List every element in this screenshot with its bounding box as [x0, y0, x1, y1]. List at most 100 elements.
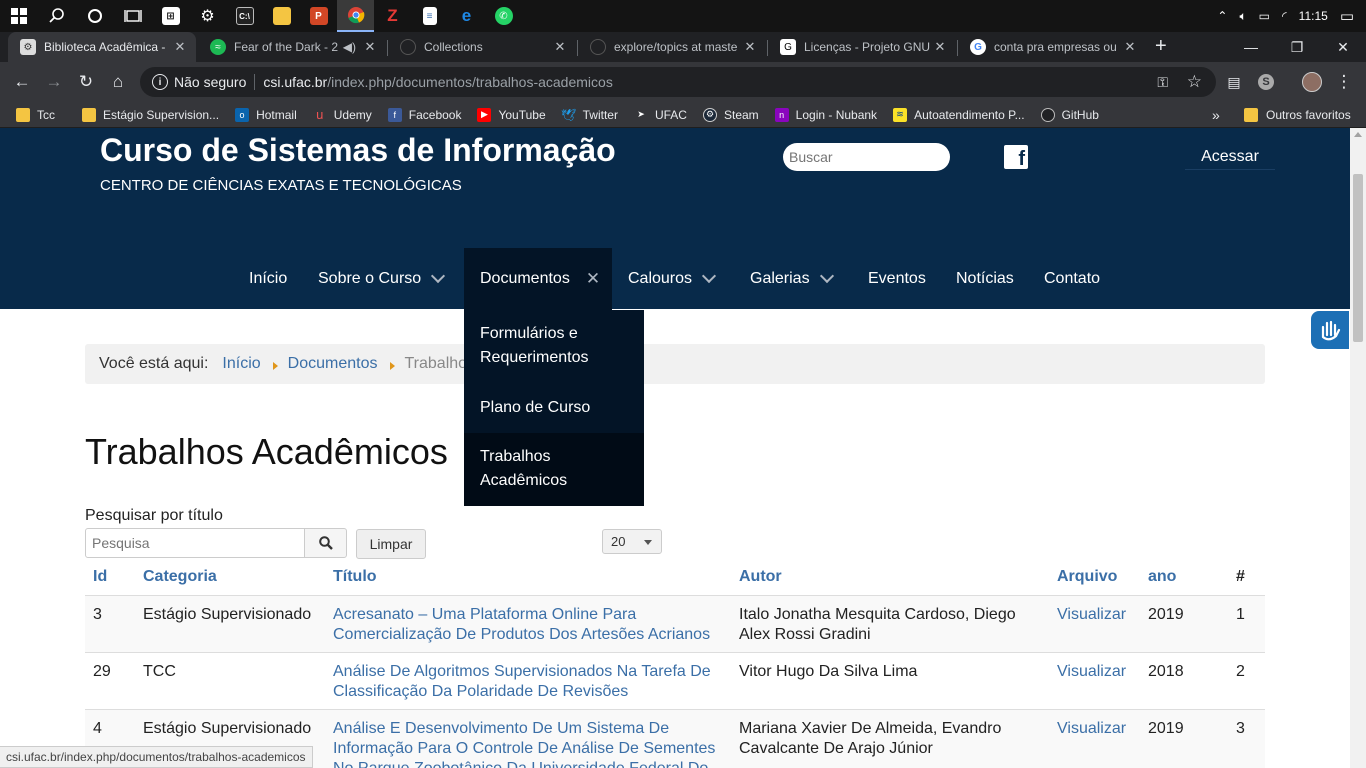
clear-button[interactable]: Limpar [356, 529, 426, 559]
bookmark-hotmail[interactable]: o Hotmail [235, 107, 297, 122]
windows-start-icon[interactable] [0, 0, 38, 32]
minimize-button[interactable]: — [1228, 32, 1274, 62]
dropdown-item-formularios[interactable]: Formulários e Requerimentos [464, 322, 604, 370]
bookmark-udemy[interactable]: u Udemy [313, 107, 372, 122]
login-link[interactable]: Acessar [1185, 144, 1275, 170]
chrome-icon[interactable] [337, 0, 374, 32]
close-icon[interactable]: ✕ [586, 269, 600, 289]
page-scrollbar[interactable] [1350, 128, 1366, 768]
menu-kebab-icon[interactable]: ⋮ [1332, 70, 1356, 94]
close-tab-icon[interactable]: ✕ [550, 39, 570, 55]
column-header-titulo[interactable]: Título [333, 568, 377, 586]
bookmark-github[interactable]: GitHub [1040, 107, 1099, 122]
close-tab-icon[interactable]: ✕ [170, 39, 190, 55]
cell-title-link[interactable]: Análise De Algoritmos Supervisionados Na… [333, 662, 711, 702]
scroll-thumb[interactable] [1353, 174, 1363, 342]
home-icon[interactable]: ⌂ [106, 70, 130, 94]
site-search-input[interactable] [783, 143, 950, 171]
terminal-icon[interactable]: C:\ [226, 0, 263, 32]
view-file-link[interactable]: Visualizar [1057, 719, 1126, 739]
skype-extension-icon[interactable]: S [1254, 70, 1278, 94]
breadcrumb-documentos[interactable]: Documentos [288, 355, 378, 373]
column-header-autor[interactable]: Autor [739, 568, 782, 586]
filezilla-icon[interactable]: Z [374, 0, 411, 32]
store-icon[interactable]: ⊞ [152, 0, 189, 32]
key-icon[interactable]: ⚿ [1157, 74, 1168, 91]
tab-biblioteca[interactable]: ⚙ Biblioteca Acadêmica - ✕ [8, 32, 196, 62]
nav-contato[interactable]: Contato [1044, 248, 1100, 310]
edge-icon[interactable]: e [448, 0, 485, 32]
site-title[interactable]: Curso de Sistemas de Informação [100, 132, 616, 169]
dropdown-item-trabalhos-academicos[interactable]: Trabalhos Acadêmicos [464, 433, 644, 506]
close-tab-icon[interactable]: ✕ [1120, 39, 1140, 55]
info-icon[interactable]: i [152, 74, 168, 90]
notification-icon[interactable]: ▭ [1340, 7, 1354, 25]
column-header-ano[interactable]: ano [1148, 568, 1176, 586]
nav-inicio[interactable]: Início [249, 248, 287, 310]
audio-playing-icon[interactable]: ◀︎) [343, 40, 356, 54]
chevron-down-icon[interactable] [431, 268, 446, 284]
breadcrumb-inicio[interactable]: Início [222, 355, 260, 373]
star-icon[interactable]: ☆ [1187, 72, 1202, 92]
bookmark-steam[interactable]: ⚙ Steam [702, 107, 759, 122]
tab-licencas-gnu[interactable]: G Licenças - Projeto GNU ✕ [768, 32, 956, 62]
back-arrow-icon[interactable]: ← [10, 70, 34, 94]
scroll-up-icon[interactable] [1354, 132, 1362, 137]
wifi-icon[interactable]: ◜ [1282, 9, 1287, 23]
new-tab-button[interactable]: + [1155, 35, 1167, 58]
facebook-icon[interactable]: f [1004, 145, 1028, 169]
nav-eventos[interactable]: Eventos [868, 248, 926, 310]
tab-explore-topics[interactable]: explore/topics at maste ✕ [578, 32, 766, 62]
bookmark-twitter[interactable]: 🕊︎ Twitter [561, 108, 618, 122]
chevron-down-icon[interactable] [819, 268, 834, 284]
search-button[interactable] [304, 528, 347, 558]
bookmark-facebook[interactable]: f Facebook [387, 107, 461, 122]
maximize-button[interactable]: ❐ [1274, 32, 1320, 62]
chevron-up-icon[interactable]: ⌃ [1217, 9, 1227, 23]
column-header-arquivo[interactable]: Arquivo [1057, 568, 1117, 586]
bookmarks-overflow-icon[interactable]: » [1212, 107, 1220, 123]
close-tab-icon[interactable]: ✕ [360, 39, 380, 55]
speaker-icon[interactable]: 🔈︎ [1239, 9, 1246, 24]
close-window-button[interactable]: ✕ [1320, 32, 1366, 62]
task-view-icon[interactable] [114, 0, 152, 32]
bookmark-tcc[interactable]: Tcc [16, 107, 55, 122]
nav-documentos[interactable]: Documentos ✕ [464, 248, 612, 310]
page-limit-select[interactable]: 20 [602, 529, 662, 554]
dropdown-item-plano-de-curso[interactable]: Plano de Curso [464, 396, 644, 420]
address-bar[interactable]: i Não seguro csi.ufac.br/index.php/docum… [140, 67, 1216, 97]
cortana-icon[interactable] [76, 0, 114, 32]
view-file-link[interactable]: Visualizar [1057, 662, 1126, 682]
search-icon[interactable] [38, 0, 76, 32]
tab-collections[interactable]: Collections ✕ [388, 32, 576, 62]
close-tab-icon[interactable]: ✕ [740, 39, 760, 55]
forward-arrow-icon[interactable]: → [42, 70, 66, 94]
view-file-link[interactable]: Visualizar [1057, 605, 1126, 625]
title-search-input[interactable] [85, 528, 305, 558]
column-header-id[interactable]: Id [93, 568, 107, 586]
nav-sobre-o-curso[interactable]: Sobre o Curso [318, 248, 446, 310]
bookmark-estagio[interactable]: Estágio Supervision... [82, 107, 219, 122]
whatsapp-icon[interactable]: ✆ [485, 0, 522, 32]
nav-calouros[interactable]: Calouros [628, 248, 717, 310]
accessibility-sign-language-icon[interactable] [1311, 311, 1349, 349]
security-label[interactable]: Não seguro [174, 74, 246, 90]
profile-avatar[interactable] [1300, 70, 1324, 94]
close-tab-icon[interactable]: ✕ [930, 39, 950, 55]
bookmark-outros-favoritos[interactable]: Outros favoritos [1244, 108, 1351, 122]
file-explorer-icon[interactable] [263, 0, 300, 32]
cell-title-link[interactable]: Acresanato – Uma Plataforma Online Para … [333, 605, 710, 645]
notepad-icon[interactable]: ≡ [411, 0, 448, 32]
bookmark-youtube[interactable]: ▶ YouTube [477, 107, 546, 122]
bookmark-ufac[interactable]: ➤ UFAC [634, 108, 687, 122]
document-extension-icon[interactable]: ▤ [1222, 70, 1246, 94]
clock[interactable]: 11:15 [1299, 9, 1328, 23]
tab-google-search[interactable]: G conta pra empresas ou ✕ [958, 32, 1146, 62]
settings-gear-icon[interactable]: ⚙ [189, 0, 226, 32]
column-header-categoria[interactable]: Categoria [143, 568, 217, 586]
nav-galerias[interactable]: Galerias [750, 248, 834, 310]
nav-noticias[interactable]: Notícias [956, 248, 1014, 310]
cell-title-link[interactable]: Análise E Desenvolvimento De Um Sistema … [333, 719, 715, 768]
chevron-down-icon[interactable] [701, 268, 717, 284]
tab-spotify[interactable]: ≈ Fear of the Dark - 2 ◀︎) ✕ [198, 32, 386, 62]
